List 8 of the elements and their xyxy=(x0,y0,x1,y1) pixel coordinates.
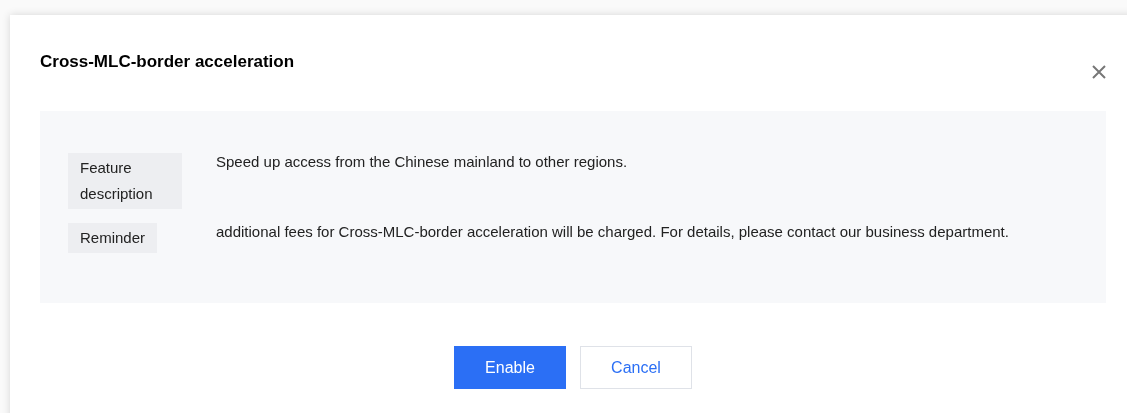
dialog-title: Cross-MLC-border acceleration xyxy=(40,52,295,72)
field-text: Speed up access from the Chinese mainland to other regions. xyxy=(216,152,629,172)
field-label: Feature description xyxy=(68,153,182,209)
cancel-button[interactable]: Cancel xyxy=(580,346,692,389)
enable-button[interactable]: Enable xyxy=(454,346,566,389)
close-icon[interactable] xyxy=(1091,64,1107,80)
field-text: additional fees for Cross-MLC-border acceleration will be charged. For details, please contact our business department. xyxy=(216,222,1010,242)
field-label: Reminder xyxy=(68,223,158,253)
